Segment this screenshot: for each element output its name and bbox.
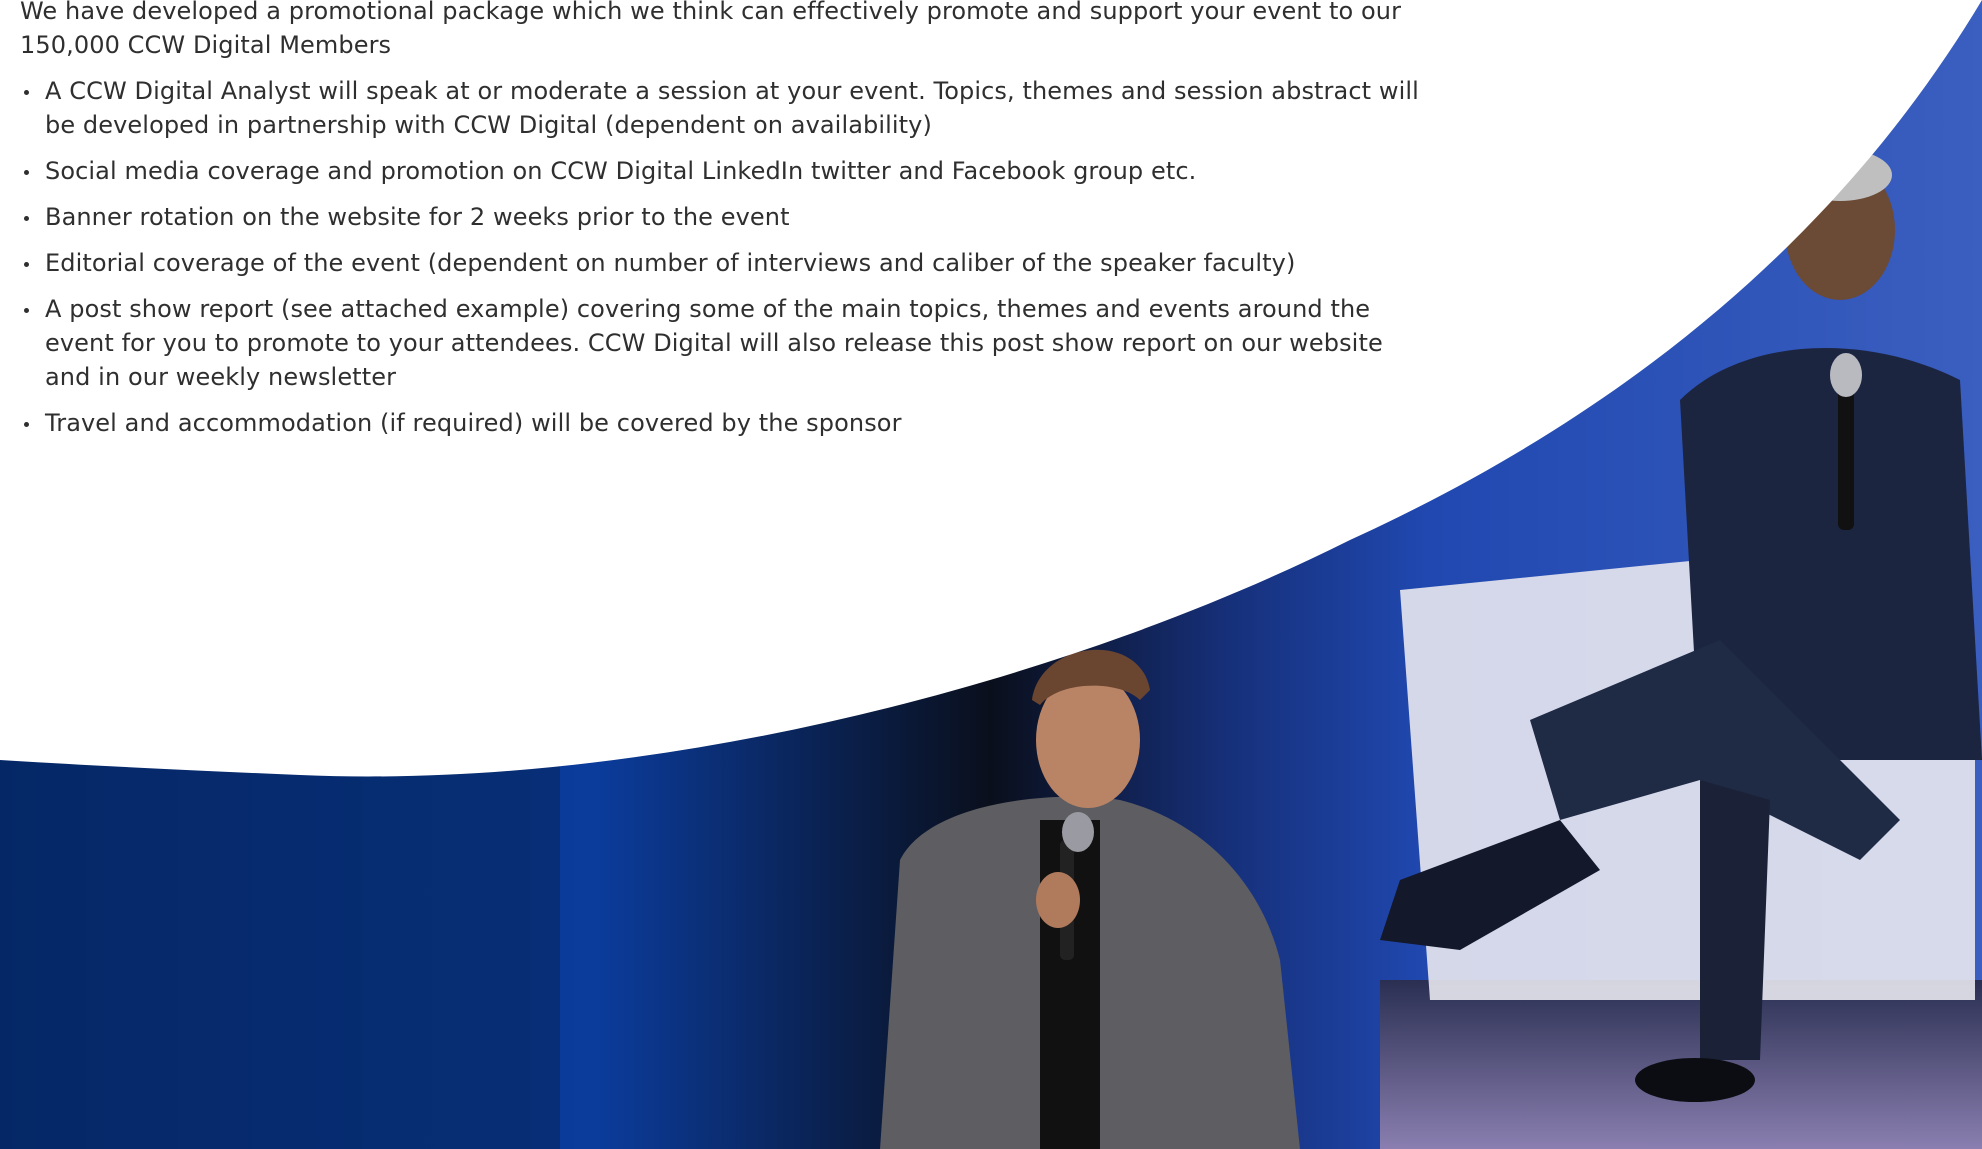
intro-paragraph: We have developed a promotional package …	[20, 0, 1402, 59]
bullet-item: Banner rotation on the website for 2 wee…	[20, 200, 1420, 234]
bullet-item: A CCW Digital Analyst will speak at or m…	[20, 74, 1420, 142]
bullet-item: Social media coverage and promotion on C…	[20, 154, 1420, 188]
bullet-item: Editorial coverage of the event (depende…	[20, 246, 1420, 280]
promo-text-block: We have developed a promotional package …	[20, 0, 1420, 452]
page: We have developed a promotional package …	[0, 0, 1982, 1149]
bullet-item: Travel and accommodation (if required) w…	[20, 406, 1420, 440]
bullet-item: A post show report (see attached example…	[20, 292, 1420, 394]
promo-bullet-list: A CCW Digital Analyst will speak at or m…	[20, 74, 1420, 440]
